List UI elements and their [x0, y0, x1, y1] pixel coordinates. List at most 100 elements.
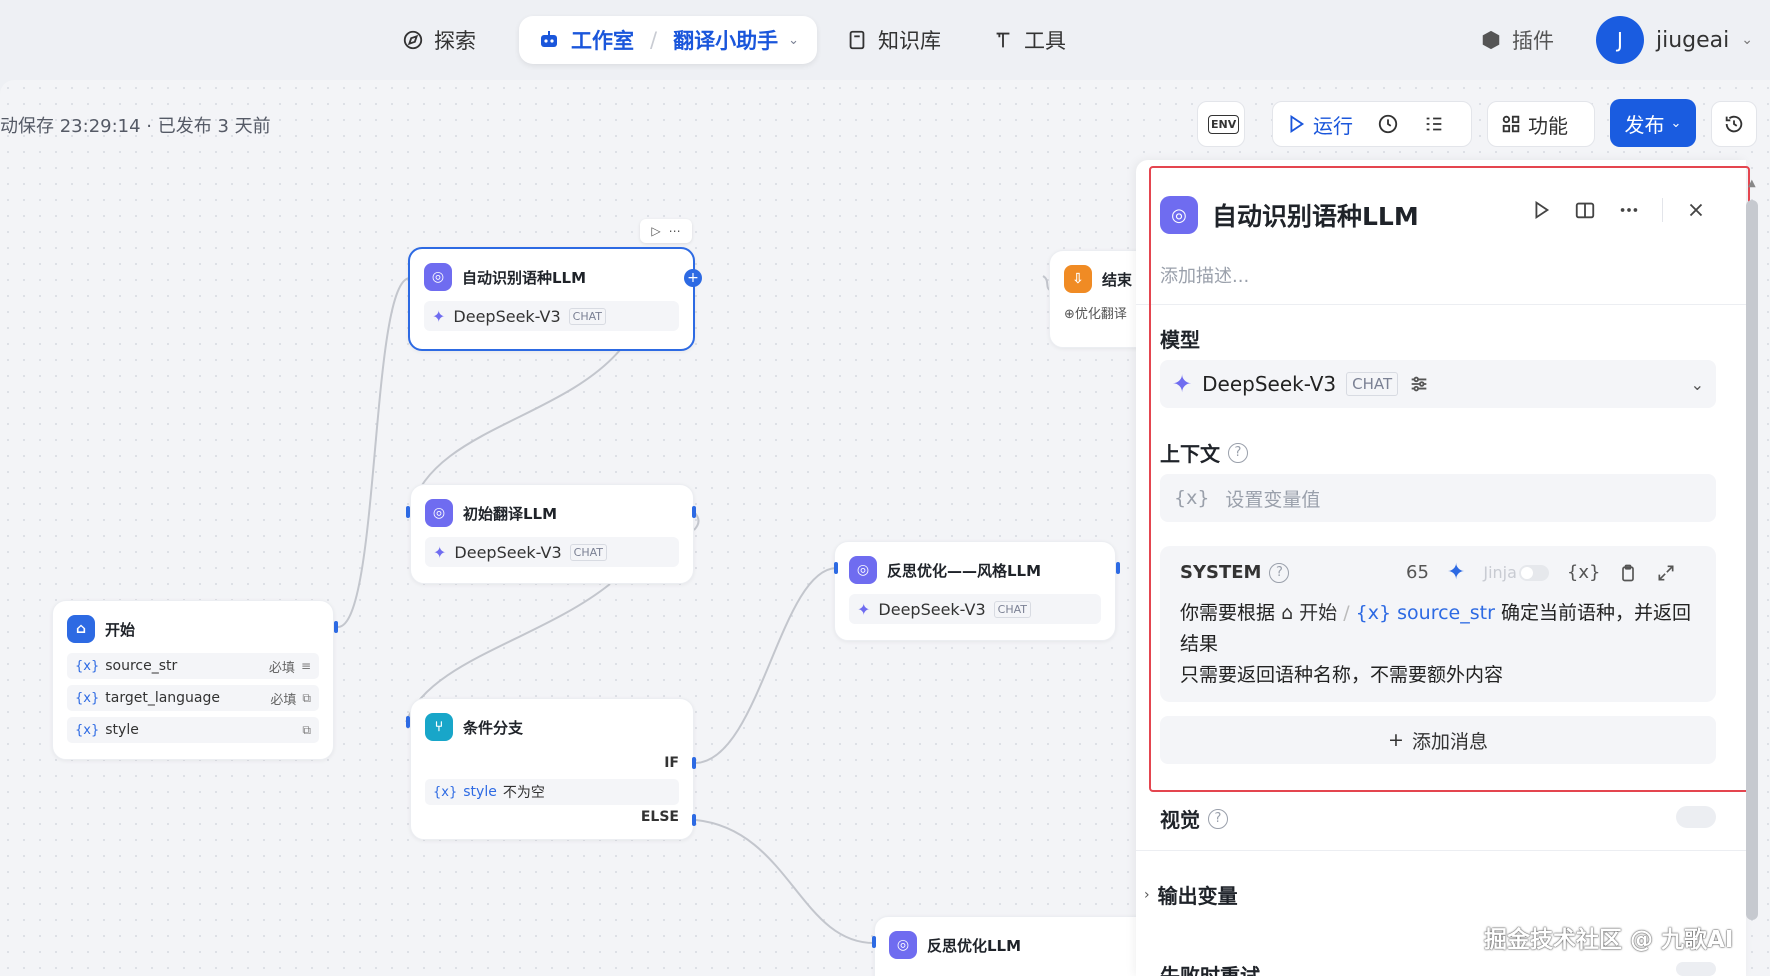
model-name: DeepSeek-V3 [878, 599, 986, 619]
node-header: ◎ 初始翻译LLM [411, 485, 693, 527]
variable-icon: {x} [75, 722, 100, 738]
env-button[interactable]: ENV [1198, 102, 1249, 146]
retry-toggle[interactable] [1676, 962, 1716, 976]
more-icon[interactable]: ⋯ [669, 224, 681, 238]
nav-plugins-label: 插件 [1512, 29, 1554, 53]
features-label: 功能 [1528, 113, 1568, 138]
output-port[interactable] [1116, 562, 1120, 574]
variable-icon: {x} [75, 690, 100, 706]
chevron-down-icon: ⌄ [1670, 115, 1682, 131]
option-type-icon: ⧉ [302, 690, 311, 705]
avatar[interactable]: J [1596, 16, 1644, 64]
nav-tools[interactable]: 工具 [992, 22, 1066, 58]
test-run-history-button[interactable] [1365, 102, 1411, 146]
start-var-row: {x} target_language 必填 ⧉ [67, 685, 319, 711]
node-title: 开始 [105, 620, 136, 639]
node-header: ⌂ 开始 [53, 601, 333, 643]
node-title: 自动识别语种LLM [462, 268, 587, 287]
scrollbar[interactable] [1746, 200, 1758, 920]
grid-icon [1502, 115, 1520, 133]
nav-knowledge-label: 知识库 [878, 29, 941, 53]
input-port[interactable] [872, 936, 876, 948]
nav-studio-pill[interactable]: 工作室 / 翻译小助手 ⌄ [519, 16, 817, 64]
scroll-up-icon[interactable]: ▲ [1748, 178, 1756, 189]
vision-toggle[interactable] [1676, 806, 1716, 828]
nav-knowledge[interactable]: 知识库 [846, 22, 941, 58]
nav-plugins[interactable]: 插件 [1480, 22, 1554, 58]
model-name: DeepSeek-V3 [453, 306, 561, 326]
project-name[interactable]: 翻译小助手 [673, 25, 778, 55]
play-icon[interactable]: ▷ [651, 224, 660, 238]
chevron-down-icon[interactable]: ⌄ [1741, 32, 1753, 48]
top-navigation: 探索 工作室 / 翻译小助手 ⌄ 知识库 工具 插件 J jiugeai ⌄ [0, 0, 1770, 80]
if-port[interactable] [692, 757, 696, 769]
retry-label-text: 失败时重试 [1160, 964, 1260, 976]
run-button[interactable]: 运行 [1273, 102, 1365, 146]
clock-run-icon [1378, 114, 1398, 134]
publish-label: 发布 [1624, 112, 1665, 137]
model-name: DeepSeek-V3 [454, 542, 562, 562]
branch-icon: ⑂ [425, 713, 453, 741]
node-reflect[interactable]: ◎ 反思优化LLM [874, 916, 1164, 976]
chevron-right-icon: › [1144, 886, 1150, 903]
run-group: 运行 [1272, 101, 1472, 147]
tool-icon [996, 32, 1010, 48]
output-port[interactable] [692, 506, 696, 518]
output-port[interactable] [334, 621, 338, 633]
node-detect-language[interactable]: ◎ 自动识别语种LLM ✦ DeepSeek-V3 CHAT [408, 247, 695, 351]
add-node-icon[interactable]: + [684, 269, 702, 287]
nav-tools-label: 工具 [1024, 29, 1066, 53]
else-port[interactable] [692, 814, 696, 826]
help-icon[interactable]: ? [1208, 808, 1228, 829]
end-output: ⊕优化翻译 [1064, 307, 1127, 322]
if-label: IF [664, 755, 679, 771]
history-icon [1725, 115, 1743, 133]
node-title: 结束 [1102, 270, 1133, 289]
model-logo-icon: ✦ [432, 306, 446, 326]
nav-studio-label[interactable]: 工作室 [571, 25, 634, 55]
node-title: 初始翻译LLM [463, 504, 558, 523]
nav-explore[interactable]: 探索 [402, 22, 476, 58]
start-var-row: {x} style ⧉ [67, 717, 319, 743]
watermark: 掘金技术社区 @ 九歌AI [1484, 927, 1734, 953]
end-icon: ⇩ [1064, 265, 1092, 293]
vision-label-text: 视觉 [1160, 808, 1200, 832]
publish-button[interactable]: 发布 ⌄ [1610, 99, 1696, 147]
var-name: style [105, 722, 139, 738]
node-title: 反思优化——风格LLM [887, 561, 1042, 580]
input-port[interactable] [406, 506, 410, 518]
list-check-icon [1426, 117, 1442, 131]
variable-icon: {x} [75, 658, 100, 674]
run-label: 运行 [1313, 113, 1353, 138]
node-reflect-style[interactable]: ◎ 反思优化——风格LLM ✦ DeepSeek-V3 CHAT [834, 541, 1116, 641]
node-condition[interactable]: ⑂ 条件分支 IF {x} style 不为空 ELSE [410, 698, 694, 840]
node-model: ✦ DeepSeek-V3 CHAT [425, 537, 679, 567]
input-port[interactable] [406, 716, 410, 728]
llm-icon: ◎ [424, 263, 452, 291]
breadcrumb-separator: / [650, 28, 658, 52]
node-initial-translate[interactable]: ◎ 初始翻译LLM ✦ DeepSeek-V3 CHAT [410, 484, 694, 584]
chat-tag: CHAT [569, 543, 607, 561]
variables-list-button[interactable] [1411, 102, 1457, 146]
chevron-down-icon[interactable]: ⌄ [788, 33, 799, 48]
vision-label: 视觉 ? [1160, 804, 1228, 833]
history-button[interactable] [1711, 101, 1757, 147]
output-vars-section[interactable]: › 输出变量 [1144, 880, 1238, 909]
env-group: ENV [1197, 101, 1245, 147]
play-icon [1290, 114, 1305, 134]
input-port[interactable] [834, 562, 838, 574]
retry-label: 失败时重试 [1160, 960, 1260, 976]
start-var-row: {x} source_str 必填 ≡ [67, 653, 319, 679]
user-menu[interactable]: J jiugeai ⌄ [1596, 16, 1753, 64]
chat-tag: CHAT [568, 307, 606, 325]
var-name: source_str [105, 658, 178, 674]
node-start[interactable]: ⌂ 开始 {x} source_str 必填 ≡ {x} target_lang… [52, 600, 334, 760]
node-header: ◎ 自动识别语种LLM [410, 249, 693, 291]
env-icon: ENV [1208, 114, 1240, 134]
nav-explore-label: 探索 [434, 29, 476, 53]
compass-icon [403, 30, 423, 50]
llm-icon: ◎ [849, 556, 877, 584]
features-button[interactable]: 功能 [1488, 102, 1580, 146]
home-icon: ⌂ [67, 615, 95, 643]
llm-icon: ◎ [889, 931, 917, 959]
